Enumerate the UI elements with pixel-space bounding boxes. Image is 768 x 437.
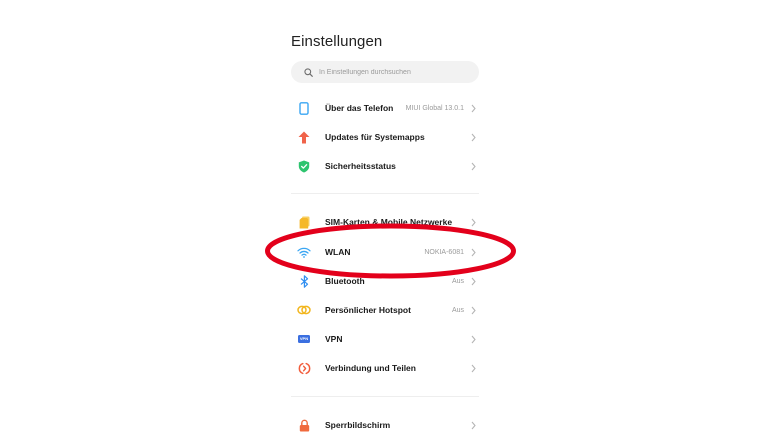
settings-item-label: SIM-Karten & Mobile Netzwerke bbox=[325, 217, 453, 227]
settings-item-system-updates[interactable]: Updates für Systemapps bbox=[291, 125, 479, 149]
settings-screen: Einstellungen Über das Telefon MIUI Glob… bbox=[0, 0, 768, 432]
search-bar[interactable] bbox=[291, 61, 479, 83]
settings-item-value: MIUI Global 13.0.1 bbox=[405, 104, 464, 112]
settings-item-label: WLAN bbox=[325, 247, 351, 257]
settings-item-sim-cards[interactable]: SIM-Karten & Mobile Netzwerke bbox=[291, 210, 479, 234]
chevron-right-icon bbox=[469, 306, 477, 315]
settings-item-label: VPN bbox=[325, 334, 343, 344]
settings-item-value: Aus bbox=[451, 306, 464, 314]
chevron-right-icon bbox=[469, 104, 477, 113]
sim-card-icon bbox=[296, 214, 312, 230]
wifi-icon bbox=[296, 244, 312, 260]
search-icon bbox=[299, 63, 317, 81]
settings-item-label: Updates für Systemapps bbox=[325, 132, 425, 142]
section-divider bbox=[291, 193, 479, 194]
settings-item-wlan[interactable]: WLAN NOKIA-6081 bbox=[291, 240, 479, 264]
section-divider bbox=[291, 396, 479, 397]
settings-item-value: Aus bbox=[451, 277, 464, 285]
lock-icon bbox=[296, 417, 312, 433]
settings-item-label: Persönlicher Hotspot bbox=[325, 305, 411, 315]
chevron-right-icon bbox=[469, 277, 477, 286]
vpn-icon-text: VPN bbox=[298, 335, 310, 343]
settings-item-security-status[interactable]: Sicherheitsstatus bbox=[291, 154, 479, 178]
vpn-icon: VPN bbox=[296, 331, 312, 347]
settings-item-label: Bluetooth bbox=[325, 276, 365, 286]
arrow-up-icon bbox=[296, 129, 312, 145]
chevron-right-icon bbox=[469, 248, 477, 257]
settings-item-hotspot[interactable]: Persönlicher Hotspot Aus bbox=[291, 298, 479, 322]
bluetooth-icon bbox=[296, 273, 312, 289]
search-input[interactable] bbox=[317, 68, 469, 76]
chevron-right-icon bbox=[469, 162, 477, 171]
settings-item-about-phone[interactable]: Über das Telefon MIUI Global 13.0.1 bbox=[291, 96, 479, 120]
settings-item-connection-sharing[interactable]: Verbindung und Teilen bbox=[291, 356, 479, 380]
settings-item-label: Über das Telefon bbox=[325, 103, 394, 113]
phone-icon bbox=[296, 100, 312, 116]
chevron-right-icon bbox=[469, 421, 477, 430]
settings-item-vpn[interactable]: VPN VPN bbox=[291, 327, 479, 351]
page-title: Einstellungen bbox=[291, 33, 383, 50]
settings-item-label: Sicherheitsstatus bbox=[325, 161, 396, 171]
connection-share-icon bbox=[296, 360, 312, 376]
chevron-right-icon bbox=[469, 133, 477, 142]
chevron-right-icon bbox=[469, 335, 477, 344]
chevron-right-icon bbox=[469, 218, 477, 227]
settings-item-label: Verbindung und Teilen bbox=[325, 363, 416, 373]
chevron-right-icon bbox=[469, 364, 477, 373]
settings-item-value: NOKIA-6081 bbox=[424, 248, 464, 256]
settings-item-label: Sperrbildschirm bbox=[325, 420, 391, 430]
settings-item-bluetooth[interactable]: Bluetooth Aus bbox=[291, 269, 479, 293]
settings-item-lock-screen[interactable]: Sperrbildschirm bbox=[291, 413, 479, 437]
shield-check-icon bbox=[296, 158, 312, 174]
hotspot-icon bbox=[296, 302, 312, 318]
